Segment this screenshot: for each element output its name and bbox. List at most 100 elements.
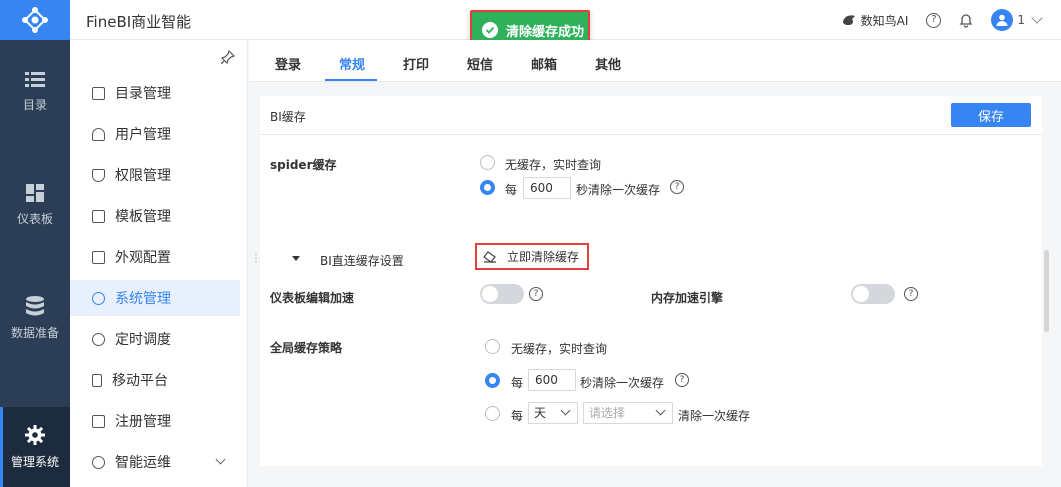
help-icon[interactable]: ?: [529, 287, 543, 301]
global-daily-radio[interactable]: [485, 406, 500, 421]
sub-item-registration[interactable]: 注册管理: [70, 403, 240, 439]
time-select[interactable]: 请选择: [583, 402, 673, 424]
direct-cache-label: BI直连缓存设置: [320, 254, 404, 268]
sub-item-system[interactable]: 系统管理: [70, 280, 240, 316]
dashboard-icon: [26, 183, 44, 202]
user-menu[interactable]: 1: [991, 9, 1043, 31]
sub-item-label: 移动平台: [112, 373, 168, 389]
nav-item-admin[interactable]: 管理系统: [0, 407, 70, 487]
tab-sms[interactable]: 短信: [467, 54, 493, 73]
spider-seconds-input[interactable]: 600: [523, 177, 571, 199]
bi-cache-panel: BI缓存 保存 spider缓存 无缓存，实时查询 每 600 秒清除一次缓存 …: [260, 96, 1042, 466]
chevron-down-icon: [1031, 12, 1043, 24]
global-interval-radio[interactable]: [485, 373, 500, 388]
spider-every-label: 每: [505, 183, 518, 197]
sub-item-catalog[interactable]: 目录管理: [70, 75, 240, 111]
app-title: FineBI商业智能: [86, 13, 192, 31]
nav-label: 目录: [22, 97, 47, 112]
chevron-down-icon: [655, 405, 666, 416]
dashboard-accel-toggle[interactable]: [480, 284, 524, 304]
ops-icon: [92, 455, 105, 469]
save-button[interactable]: 保存: [951, 103, 1031, 127]
sub-item-appearance[interactable]: 外观配置: [70, 239, 240, 275]
ai-label: 数知鸟AI: [860, 13, 909, 28]
clear-cache-label: 立即清除缓存: [507, 250, 580, 264]
drag-handle-icon[interactable]: ⋮⋮: [251, 254, 271, 270]
nav-label: 仪表板: [16, 211, 53, 226]
global-no-cache-label: 无缓存，实时查询: [511, 342, 608, 356]
nav-item-data-prep[interactable]: 数据准备: [0, 288, 70, 348]
spider-interval-radio[interactable]: [480, 180, 495, 195]
chevron-down-icon: [215, 454, 226, 465]
global-cache-label: 全局缓存策略: [270, 341, 343, 355]
sub-item-templates[interactable]: 模板管理: [70, 198, 240, 234]
time-select-placeholder: 请选择: [589, 406, 626, 420]
sub-item-label: 模板管理: [115, 209, 171, 225]
catalog-icon: [92, 86, 105, 100]
ai-assistant-button[interactable]: 数知鸟AI: [841, 12, 909, 29]
phone-icon: [92, 373, 102, 387]
dashboard-accel-label: 仪表板编辑加速: [270, 291, 355, 305]
global-seconds-input[interactable]: 600: [528, 369, 576, 391]
user-name: 1: [1017, 13, 1025, 27]
nav-label: 数据准备: [10, 325, 59, 340]
global-daily-prefix: 每: [511, 409, 524, 423]
global-interval-suffix: 秒清除一次缓存: [580, 376, 665, 390]
panel-title: BI缓存: [270, 110, 306, 124]
memory-engine-label: 内存加速引擎: [651, 291, 724, 305]
sub-menu: 目录管理 用户管理 权限管理 模板管理 外观配置 系统管理 定时调度 移动平台 …: [70, 40, 248, 487]
nav-label: 管理系统: [10, 454, 59, 469]
check-circle-icon: [482, 22, 498, 38]
database-icon: [26, 295, 44, 315]
scrollbar[interactable]: [1044, 250, 1049, 332]
sub-item-users[interactable]: 用户管理: [70, 116, 240, 152]
avatar: [991, 9, 1014, 31]
spider-cache-label: spider缓存: [270, 158, 337, 172]
help-icon[interactable]: ?: [926, 12, 942, 28]
tab-other[interactable]: 其他: [595, 54, 621, 73]
sub-item-label: 外观配置: [115, 250, 171, 266]
clear-cache-button[interactable]: 立即清除缓存: [475, 243, 589, 270]
brush-icon: [92, 250, 105, 264]
nav-item-dashboard[interactable]: 仪表板: [0, 175, 70, 235]
app-logo[interactable]: [0, 0, 70, 40]
sub-item-label: 注册管理: [115, 414, 171, 430]
memory-engine-toggle[interactable]: [851, 284, 895, 304]
help-icon[interactable]: ?: [670, 180, 684, 194]
global-no-cache-radio[interactable]: [485, 339, 500, 354]
user-icon: [996, 14, 1008, 26]
global-daily-suffix: 清除一次缓存: [678, 409, 751, 423]
gear-icon: [25, 424, 45, 445]
sub-item-schedule[interactable]: 定时调度: [70, 321, 240, 357]
help-icon[interactable]: ?: [904, 287, 918, 301]
header-actions: 数知鸟AI ? 1: [841, 0, 1043, 40]
eraser-icon: [483, 250, 496, 263]
pin-icon[interactable]: [221, 50, 235, 64]
chevron-down-icon: [560, 405, 571, 416]
tab-general[interactable]: 常规: [339, 54, 365, 73]
active-tab-indicator: [325, 79, 377, 81]
sub-item-label: 用户管理: [115, 127, 171, 143]
left-nav: 目录 仪表板 数据准备 管理系统: [0, 40, 70, 487]
sub-item-mobile[interactable]: 移动平台: [70, 362, 240, 398]
tab-login[interactable]: 登录: [275, 54, 301, 73]
day-unit-select[interactable]: 天: [528, 402, 578, 424]
bell-icon[interactable]: [959, 13, 973, 28]
sub-item-permissions[interactable]: 权限管理: [70, 157, 240, 193]
clock-icon: [92, 332, 105, 346]
sub-item-label: 定时调度: [115, 332, 171, 348]
tab-email[interactable]: 邮箱: [531, 54, 557, 73]
caret-down-icon[interactable]: [292, 256, 300, 261]
help-icon[interactable]: ?: [675, 373, 689, 387]
panel-header: BI缓存 保存: [260, 96, 1042, 135]
spider-no-cache-radio[interactable]: [480, 155, 495, 170]
template-icon: [92, 209, 105, 223]
tab-print[interactable]: 打印: [403, 54, 429, 73]
list-icon: [25, 71, 45, 87]
sub-item-label: 目录管理: [115, 86, 171, 102]
gear-icon: [92, 291, 105, 305]
user-icon: [92, 127, 105, 141]
sub-item-ops[interactable]: 智能运维: [70, 444, 240, 480]
toast-message: 清除缓存成功: [506, 24, 585, 40]
nav-item-catalog[interactable]: 目录: [0, 62, 70, 122]
